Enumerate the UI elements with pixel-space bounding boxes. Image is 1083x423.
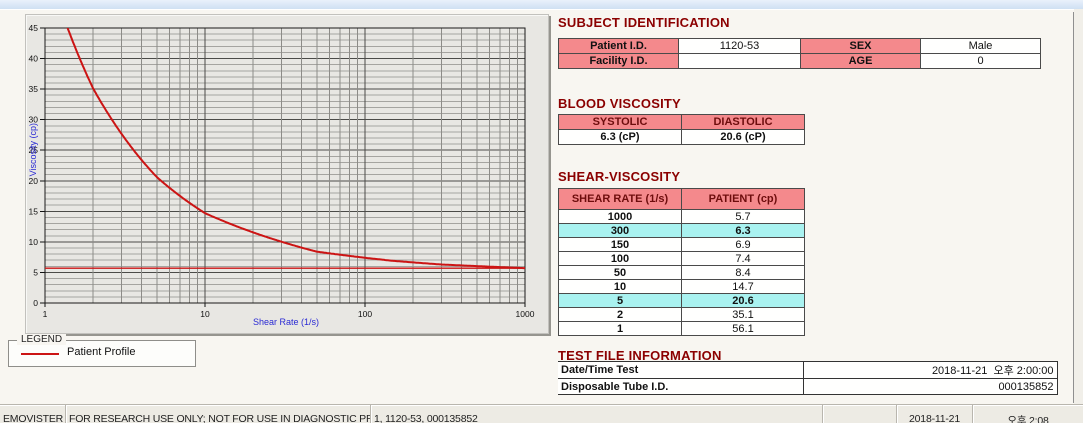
status-date: 2018-11-21	[897, 405, 973, 423]
svg-text:10: 10	[29, 237, 39, 247]
table-header-row: SHEAR RATE (1/s) PATIENT (cp)	[559, 189, 805, 210]
svg-text:35: 35	[29, 84, 39, 94]
patient-viscosity-cell: 7.4	[682, 252, 805, 266]
shear-rate-cell: 5	[559, 294, 682, 308]
patient-viscosity-cell: 35.1	[682, 308, 805, 322]
sex-label: SEX	[801, 39, 921, 54]
table-row: Patient I.D. 1120-53 SEX Male	[559, 39, 1041, 54]
patient-viscosity-cell: 8.4	[682, 266, 805, 280]
table-row: 6.3 (cP) 20.6 (cP)	[559, 130, 805, 145]
svg-text:15: 15	[29, 206, 39, 216]
table-row: Disposable Tube I.D. 000135852	[558, 379, 1057, 395]
svg-text:45: 45	[29, 23, 39, 33]
svg-text:0: 0	[33, 298, 38, 308]
shear-row: 1506.9	[559, 238, 805, 252]
svg-text:5: 5	[33, 267, 38, 277]
date-time-test-label: Date/Time Test	[558, 362, 803, 379]
shear-rate-cell: 1	[559, 322, 682, 336]
status-empty-cell	[823, 405, 897, 423]
status-test-summary: 1, 1120-53, 000135852	[371, 405, 823, 423]
shear-row: 235.1	[559, 308, 805, 322]
shear-rate-cell: 50	[559, 266, 682, 280]
shear-row: 508.4	[559, 266, 805, 280]
shear-row: 3006.3	[559, 224, 805, 238]
shear-rate-cell: 2	[559, 308, 682, 322]
facility-id-value	[679, 54, 801, 69]
shear-row: 520.6	[559, 294, 805, 308]
patient-id-value: 1120-53	[679, 39, 801, 54]
patient-viscosity-cell: 14.7	[682, 280, 805, 294]
diastolic-header: DIASTOLIC	[682, 115, 805, 130]
svg-text:1: 1	[43, 309, 48, 319]
shear-rate-header: SHEAR RATE (1/s)	[559, 189, 682, 210]
status-time: 오후 2:08	[973, 405, 1083, 423]
shear-row: 1007.4	[559, 252, 805, 266]
legend-line-swatch	[21, 353, 59, 355]
age-label: AGE	[801, 54, 921, 69]
patient-viscosity-cell: 56.1	[682, 322, 805, 336]
patient-viscosity-cell: 5.7	[682, 210, 805, 224]
status-bar: EMOVISTER FOR RESEARCH USE ONLY; NOT FOR…	[0, 404, 1083, 423]
subject-identification-table: Patient I.D. 1120-53 SEX Male Facility I…	[558, 38, 1041, 69]
patient-viscosity-cell: 6.9	[682, 238, 805, 252]
patient-id-label: Patient I.D.	[559, 39, 679, 54]
table-row: Date/Time Test 2018-11-21 오후 2:00:00	[558, 362, 1057, 379]
panel-edge-divider	[1073, 12, 1074, 403]
sex-value: Male	[921, 39, 1041, 54]
status-app-name: EMOVISTER	[0, 405, 66, 423]
shear-row: 1014.7	[559, 280, 805, 294]
shear-rate-cell: 100	[559, 252, 682, 266]
subject-identification-title: SUBJECT IDENTIFICATION	[558, 15, 730, 30]
shear-rate-cell: 1000	[559, 210, 682, 224]
shear-viscosity-table: SHEAR RATE (1/s) PATIENT (cp) 10005.7300…	[558, 188, 805, 336]
date-time-test-value: 2018-11-21 오후 2:00:00	[803, 362, 1057, 379]
patient-viscosity-cell: 20.6	[682, 294, 805, 308]
table-row: Facility I.D. AGE 0	[559, 54, 1041, 69]
table-row: SYSTOLIC DIASTOLIC	[559, 115, 805, 130]
chart-legend: LEGEND Patient Profile	[8, 340, 196, 367]
viscosity-vs-shear-rate-chart: 0510152025303540451101001000	[26, 15, 548, 333]
shear-rate-cell: 10	[559, 280, 682, 294]
shear-rate-cell: 150	[559, 238, 682, 252]
shear-viscosity-title: SHEAR-VISCOSITY	[558, 169, 680, 184]
blood-viscosity-title: BLOOD VISCOSITY	[558, 96, 681, 111]
svg-text:20: 20	[29, 176, 39, 186]
report-tables-panel: SUBJECT IDENTIFICATION Patient I.D. 1120…	[558, 0, 1063, 404]
svg-text:40: 40	[29, 54, 39, 64]
disposable-tube-id-value: 000135852	[803, 379, 1057, 395]
systolic-value: 6.3 (cP)	[559, 130, 682, 145]
viscosity-report-screen: 0510152025303540451101001000 Viscosity (…	[0, 0, 1083, 423]
legend-title: LEGEND	[17, 334, 66, 345]
svg-text:10: 10	[200, 309, 210, 319]
chart-panel: 0510152025303540451101001000 Viscosity (…	[25, 14, 549, 334]
svg-text:1000: 1000	[516, 309, 535, 319]
shear-row: 10005.7	[559, 210, 805, 224]
patient-viscosity-cell: 6.3	[682, 224, 805, 238]
systolic-header: SYSTOLIC	[559, 115, 682, 130]
disposable-tube-id-label: Disposable Tube I.D.	[558, 379, 803, 395]
age-value: 0	[921, 54, 1041, 69]
diastolic-value: 20.6 (cP)	[682, 130, 805, 145]
shear-row: 156.1	[559, 322, 805, 336]
y-axis-title: Viscosity (cp)	[28, 123, 38, 176]
shear-rate-cell: 300	[559, 224, 682, 238]
patient-cp-header: PATIENT (cp)	[682, 189, 805, 210]
facility-id-label: Facility I.D.	[559, 54, 679, 69]
test-file-information-table: Date/Time Test 2018-11-21 오후 2:00:00 Dis…	[558, 361, 1058, 395]
legend-entry-label: Patient Profile	[67, 346, 135, 358]
status-research-use-notice: FOR RESEARCH USE ONLY; NOT FOR USE IN DI…	[66, 405, 371, 423]
blood-viscosity-table: SYSTOLIC DIASTOLIC 6.3 (cP) 20.6 (cP)	[558, 114, 805, 145]
x-axis-title: Shear Rate (1/s)	[211, 317, 361, 327]
window-right-gutter	[1074, 9, 1083, 404]
